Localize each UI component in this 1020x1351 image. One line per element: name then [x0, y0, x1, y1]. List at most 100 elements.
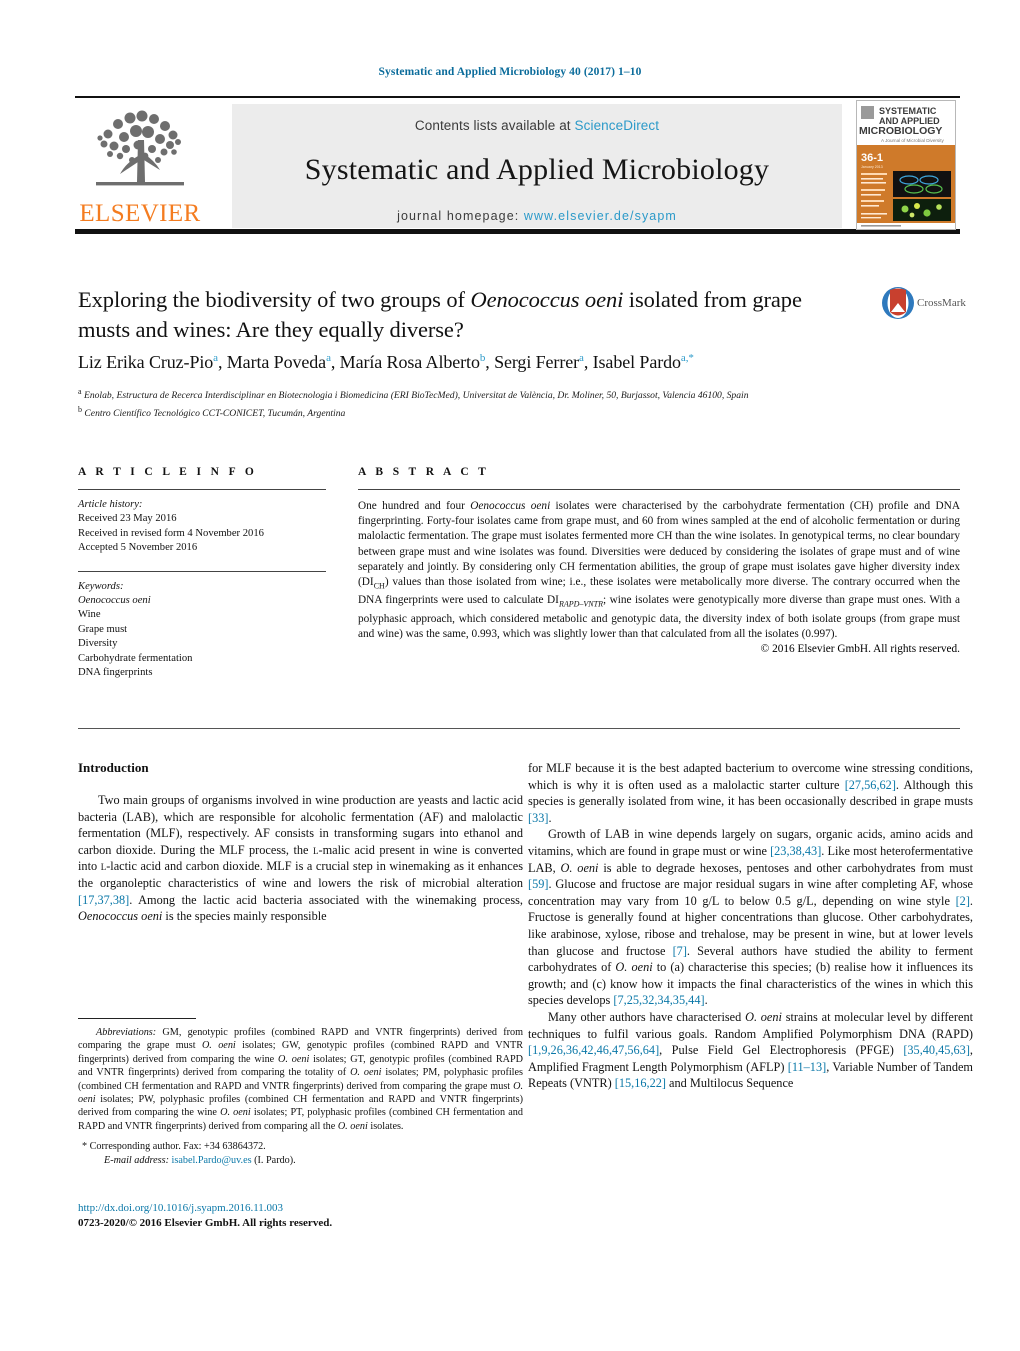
svg-text:January 2013: January 2013 [861, 165, 883, 169]
para-seg: Many other authors have characterised [548, 1009, 746, 1024]
author-affil-mark: a [213, 352, 218, 364]
doi-link[interactable]: http://dx.doi.org/10.1016/j.syapm.2016.1… [78, 1201, 523, 1216]
citation-link[interactable]: [7] [673, 944, 687, 958]
para-seg: , Pulse Field Gel Electrophoresis (PFGE) [659, 1043, 904, 1058]
paper-page: Systematic and Applied Microbiology 40 (… [0, 0, 1020, 1351]
citation-link[interactable]: [35,40,45,63] [903, 1043, 970, 1057]
journal-homepage-line: journal homepage: www.elsevier.de/syapm [232, 209, 842, 223]
abstract-heading: A B S T R A C T [358, 466, 490, 478]
article-history-label: Article history: [78, 499, 143, 510]
affiliation-mark: a [78, 387, 82, 396]
species-name: O. oeni [745, 1009, 782, 1024]
species-name: O. oeni [337, 1120, 368, 1132]
abstract-copyright: © 2016 Elsevier GmbH. All rights reserve… [760, 643, 960, 656]
affiliation-item: b Centro Científico Tecnológico CCT-CONI… [78, 403, 858, 421]
svg-text:36-1: 36-1 [861, 152, 883, 164]
email-note: E-mail address: isabel.Pardo@uv.es (I. P… [78, 1154, 523, 1167]
keyword-item: Oenococcus oeni [78, 595, 151, 607]
history-item: Accepted 5 November 2016 [78, 542, 198, 554]
section-heading-introduction: Introduction [78, 760, 149, 775]
affiliation-mark: b [78, 404, 82, 414]
author-affil-mark: b [479, 352, 486, 364]
citation-link[interactable]: [2] [956, 894, 970, 908]
author-list: Liz Erika Cruz-Pioa, Marta Povedaa, Marí… [78, 352, 694, 372]
body-paragraph: Growth of LAB in wine depends largely on… [528, 826, 973, 1009]
article-info-divider [78, 489, 326, 490]
abstract-species: Oenococcus oeni [470, 500, 551, 512]
abstract-bottom-divider [78, 728, 960, 729]
keywords-list: Keywords: Oenococcus oeni Wine Grape mus… [78, 580, 326, 681]
abbreviations-note: Abbreviations: GM, genotypic profiles (c… [78, 1026, 523, 1133]
affiliation-text: Enolab, Estructura de Recerca Interdisci… [83, 390, 749, 402]
affiliation-text: Centro Científico Tecnológico CCT-CONICE… [84, 407, 346, 419]
citation-link[interactable]: [17,37,38] [78, 893, 129, 907]
citation-link[interactable]: [15,16,22] [615, 1076, 666, 1090]
para-seg: . [548, 810, 552, 825]
author-name: María Rosa Alberto [339, 352, 480, 372]
species-name: O. oeni [220, 1107, 251, 1119]
para-seg: -lactic acid and carbon dioxide. MLF is … [78, 859, 523, 890]
abstract-divider [358, 489, 960, 490]
contents-prefix: Contents lists available at [414, 118, 571, 133]
article-info-heading: A R T I C L E I N F O [78, 466, 258, 478]
sciencedirect-link[interactable]: ScienceDirect [575, 118, 660, 133]
crossmark-icon [882, 287, 914, 319]
email-link[interactable]: isabel.Pardo@uv.es [172, 1155, 252, 1166]
body-paragraph: Many other authors have characterised O.… [528, 1009, 973, 1092]
title-species: Oenococcus oeni [470, 287, 624, 312]
crossmark-badge[interactable]: CrossMark [881, 286, 966, 326]
citation-link[interactable]: [23,38,43] [770, 844, 821, 858]
crossmark-label: CrossMark [917, 297, 966, 309]
svg-text:SYSTEMATIC: SYSTEMATIC [879, 106, 937, 116]
citation-link[interactable]: [59] [528, 877, 549, 891]
para-seg: and Multilocus Sequence [665, 1076, 794, 1091]
history-item: Received 23 May 2016 [78, 513, 177, 525]
species-name: O. oeni [201, 1040, 236, 1052]
body-paragraph: Two main groups of organisms involved in… [78, 792, 523, 925]
citation-link[interactable]: [33] [528, 811, 549, 825]
abstract-subscript: RAPD–VNTR [558, 599, 603, 609]
species-name: Oenococcus oeni [78, 909, 163, 924]
svg-text:MICROBIOLOGY: MICROBIOLOGY [859, 125, 942, 137]
cover-artwork: SYSTEMATIC AND APPLIED MICROBIOLOGY A Jo… [857, 101, 955, 229]
elsevier-wordmark: ELSEVIER [79, 200, 201, 227]
homepage-link[interactable]: www.elsevier.de/syapm [524, 209, 677, 223]
author-name: Sergi Ferrer [494, 352, 580, 372]
corresponding-author-note: * Corresponding author. Fax: +34 6386437… [82, 1141, 266, 1153]
contents-available-line: Contents lists available at ScienceDirec… [232, 104, 842, 133]
affiliation-list: a Enolab, Estructura de Recerca Interdis… [78, 385, 858, 420]
body-paragraph: for MLF because it is the best adapted b… [528, 760, 973, 826]
author-name: Liz Erika Cruz-Pio [78, 352, 214, 372]
citation-link[interactable]: [7,25,32,34,35,44] [613, 993, 704, 1007]
author-name: Isabel Pardo [592, 352, 681, 372]
article-info-section: A R T I C L E I N F O Article history: R… [78, 466, 326, 680]
species-name: O. oeni [615, 960, 653, 975]
keywords-label: Keywords: [78, 580, 124, 592]
elsevier-logo: ELSEVIER [78, 104, 202, 230]
svg-text:A Journal of Microbial Diversi: A Journal of Microbial Diversity [881, 138, 945, 143]
abstract-text: One hundred and four Oenococcus oeni iso… [358, 499, 960, 642]
affiliation-item: a Enolab, Estructura de Recerca Interdis… [78, 385, 858, 403]
citation-link[interactable]: [11–13] [788, 1060, 826, 1074]
keyword-item: Carbohydrate fermentation [78, 652, 193, 664]
homepage-prefix: journal homepage: [397, 209, 520, 223]
para-seg: . Glucose and fructose are major residua… [528, 877, 973, 908]
footnote-divider [78, 1018, 196, 1019]
journal-cover-thumbnail: SYSTEMATIC AND APPLIED MICROBIOLOGY A Jo… [856, 100, 956, 230]
author-affil-mark: a [579, 352, 584, 364]
body-column-left: Introduction Two main groups of organism… [78, 760, 523, 925]
citation-link[interactable]: [27,56,62] [845, 778, 896, 792]
abstract-seg: isolates were characterised by the carbo… [358, 500, 960, 589]
keyword-item: Grape must [78, 623, 128, 635]
abstract-subscript: CH [373, 581, 385, 591]
email-label: E-mail address: [104, 1154, 169, 1166]
author-affil-mark: a,* [680, 352, 694, 364]
para-seg: is the species mainly responsible [162, 909, 327, 924]
keyword-item: DNA fingerprints [78, 667, 153, 679]
email-suffix: (I. Pardo). [251, 1154, 296, 1166]
abstract-seg: One hundred and four [358, 500, 471, 512]
citation-link[interactable]: [1,9,26,36,42,46,47,56,64] [528, 1043, 659, 1057]
keywords-divider [78, 570, 326, 572]
keyword-item: Diversity [78, 638, 118, 650]
abbrev-seg: isolates. [367, 1120, 404, 1132]
